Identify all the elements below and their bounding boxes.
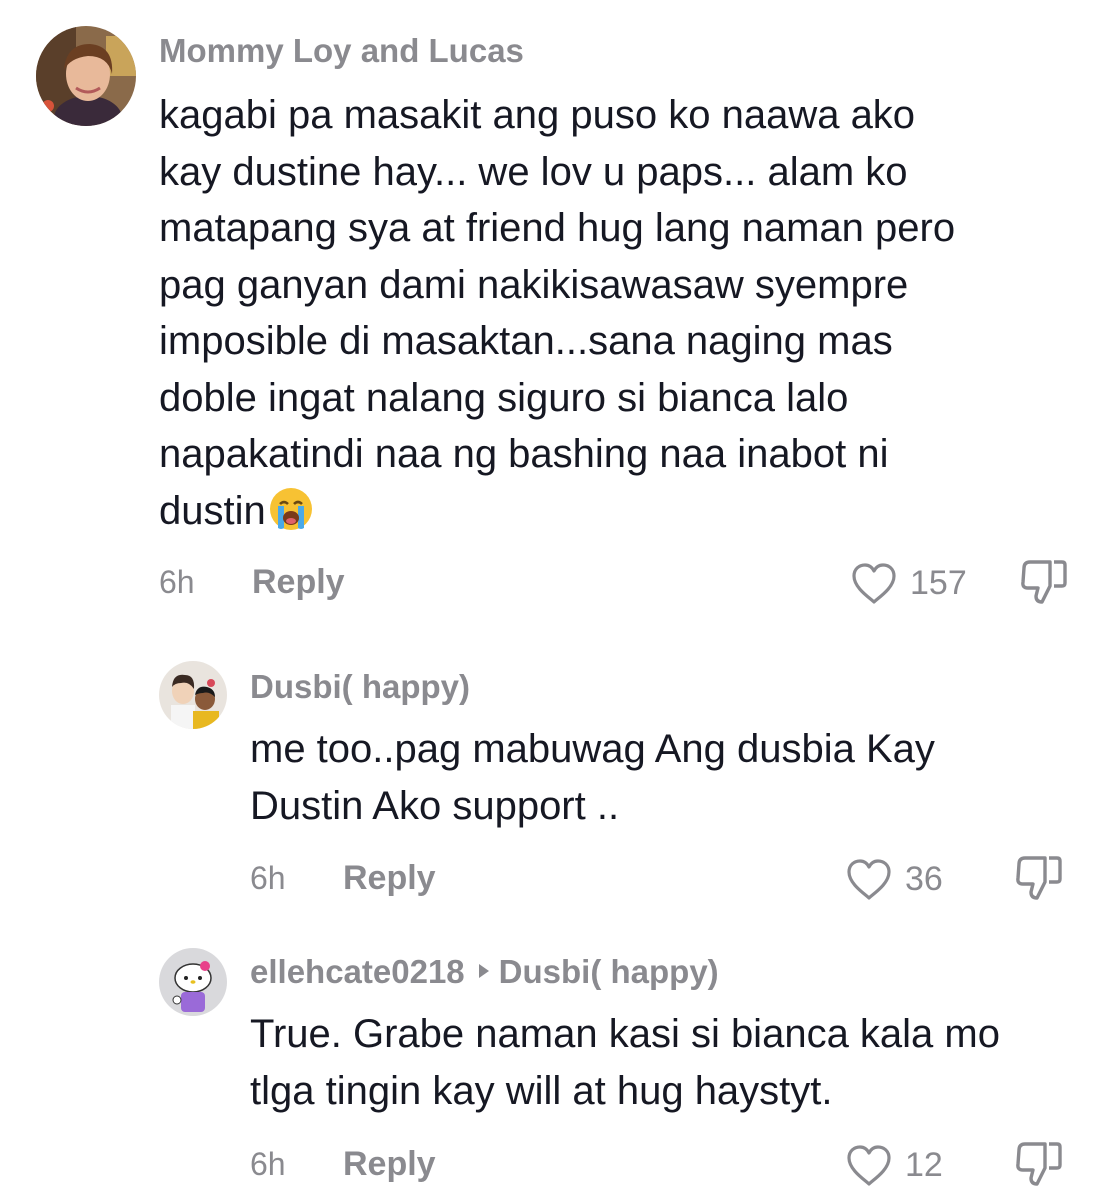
- avatar[interactable]: [36, 26, 136, 126]
- like-count: 157: [910, 564, 967, 602]
- comment-line: kagabi pa masakit ang puso ko naawa ako: [159, 93, 916, 137]
- thumbs-down-icon[interactable]: [1018, 558, 1070, 608]
- comment-text: me too..pag mabuwag Ang dusbia Kay Dusti…: [250, 721, 935, 834]
- avatar[interactable]: [159, 661, 227, 729]
- avatar[interactable]: [159, 948, 227, 1016]
- comment-line: pag ganyan dami nakikisawasaw syempre: [159, 262, 909, 307]
- comment-line: me too..pag mabuwag Ang dusbia Kay: [250, 727, 935, 771]
- thumbs-down-icon[interactable]: [1013, 1140, 1065, 1190]
- like-count: 12: [905, 1146, 943, 1184]
- comment-line: napakatindi naa ng bashing naa inabot ni: [159, 432, 889, 476]
- comment-line: Dustin Ako support ..: [250, 783, 620, 828]
- comment-time: 6h: [250, 860, 286, 896]
- comment-line: tlga tingin kay will at hug haystyt.: [250, 1068, 833, 1113]
- thumbs-down-icon[interactable]: [1013, 854, 1065, 904]
- reply-button[interactable]: Reply: [343, 859, 436, 898]
- comment-line: imposible di masaktan...sana naging mas: [159, 319, 893, 363]
- comment-time: 6h: [159, 564, 195, 600]
- comment-line: doble ingat nalang siguro si bianca lalo: [159, 375, 849, 420]
- reply-author[interactable]: ellehcate0218: [250, 953, 465, 990]
- reply-button[interactable]: Reply: [252, 563, 345, 602]
- like-count: 36: [905, 860, 943, 898]
- heart-outline-icon[interactable]: [845, 1144, 893, 1188]
- comment-time: 6h: [250, 1146, 286, 1182]
- reply-target[interactable]: Dusbi( happy): [499, 953, 719, 990]
- comment-line: matapang sya at friend hug lang naman pe…: [159, 206, 956, 250]
- heart-outline-icon[interactable]: [845, 858, 893, 902]
- username: ellehcate0218 Dusbi( happy): [250, 953, 719, 991]
- username[interactable]: Mommy Loy and Lucas: [159, 32, 524, 70]
- heart-outline-icon[interactable]: [850, 562, 898, 606]
- reply-arrow-icon: [478, 964, 489, 979]
- reply-button[interactable]: Reply: [343, 1145, 436, 1184]
- comment-line: kay dustine hay... we lov u paps... alam…: [159, 149, 908, 194]
- comment-line: True. Grabe naman kasi si bianca kala mo: [250, 1012, 1000, 1056]
- comment-line: dustin: [159, 488, 266, 533]
- comment-text: kagabi pa masakit ang puso ko naawa ako …: [159, 87, 955, 539]
- username[interactable]: Dusbi( happy): [250, 668, 470, 706]
- comment-line-last: dustin: [159, 483, 955, 540]
- loudly-crying-face-icon: [269, 487, 312, 530]
- comment-text: True. Grabe naman kasi si bianca kala mo…: [250, 1006, 1000, 1119]
